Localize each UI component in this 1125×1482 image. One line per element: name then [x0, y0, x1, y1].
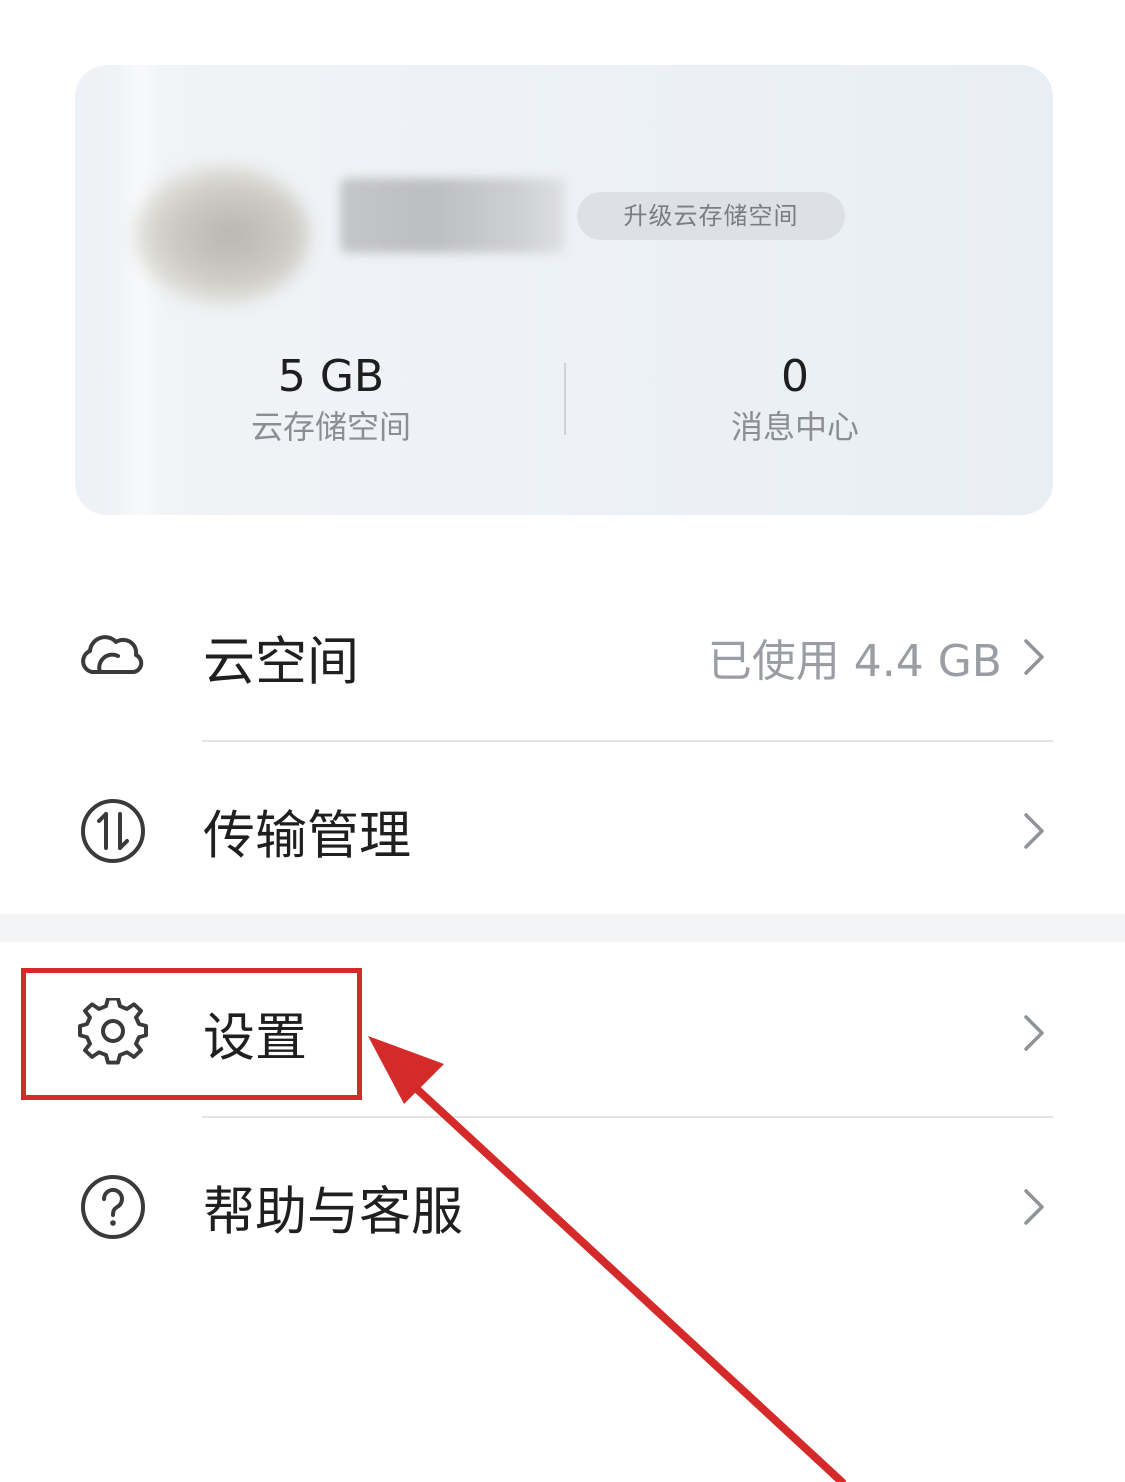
menu-item-help-support[interactable]: 帮助与客服 [0, 1142, 1125, 1272]
messages-value: 0 [781, 351, 809, 402]
chevron-right-icon [1024, 1015, 1044, 1051]
menu-item-label: 传输管理 [203, 806, 412, 867]
profile-card: 升级云存储空间 5 GB 云存储空间 0 消息中心 [75, 65, 1053, 515]
storage-stat[interactable]: 5 GB 云存储空间 [171, 348, 491, 450]
messages-label: 消息中心 [730, 408, 859, 446]
menu-item-settings[interactable]: 设置 [0, 968, 1125, 1098]
cloud-icon [81, 635, 144, 674]
storage-value: 5 GB [277, 351, 385, 402]
menu-item-label: 云空间 [203, 632, 360, 693]
chevron-right-icon [1024, 1189, 1044, 1225]
chevron-right-icon [1024, 813, 1044, 849]
cloud-usage-value: 已使用 4.4 GB [707, 636, 1002, 687]
avatar[interactable] [135, 165, 310, 305]
chevron-right-icon [1024, 639, 1044, 675]
section-separator [0, 914, 1125, 942]
stat-divider [564, 363, 566, 435]
menu-item-label: 设置 [203, 1008, 308, 1069]
list-divider [202, 740, 1053, 742]
menu-item-label: 帮助与客服 [203, 1182, 464, 1243]
gear-icon [78, 998, 148, 1065]
username-redacted [340, 178, 565, 253]
help-icon [81, 1175, 145, 1239]
list-divider [202, 1116, 1053, 1118]
storage-label: 云存储空间 [250, 408, 411, 446]
menu-item-transfer-management[interactable]: 传输管理 [0, 766, 1125, 896]
upgrade-storage-button[interactable]: 升级云存储空间 [577, 192, 845, 240]
transfer-icon [81, 799, 145, 863]
menu-item-cloud-space[interactable]: 云空间 已使用 4.4 GB [0, 592, 1125, 722]
messages-stat[interactable]: 0 消息中心 [635, 348, 955, 450]
